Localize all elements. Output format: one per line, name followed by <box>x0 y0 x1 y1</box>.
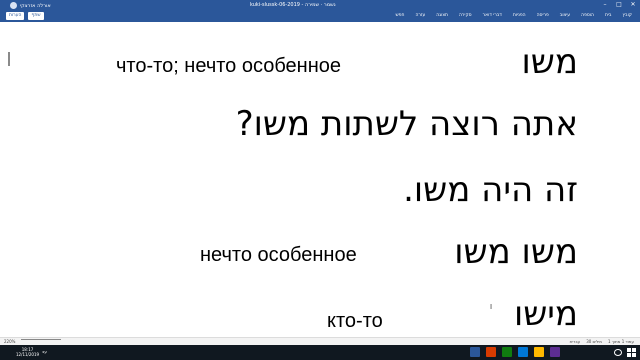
tab-design[interactable]: עיצוב <box>560 13 570 18</box>
word-count[interactable]: מילים 30 <box>586 339 602 344</box>
document-canvas[interactable]: משו что-то; нечто особенное אתה רוצה לשת… <box>0 22 640 337</box>
tab-references[interactable]: הפניות <box>513 13 526 18</box>
maximize-button[interactable]: □ <box>616 1 622 9</box>
taskbar-app-icon[interactable] <box>486 347 496 357</box>
language-indicator[interactable]: עברית <box>570 339 581 344</box>
clock-date: 12/11/2019 <box>16 352 40 357</box>
search-icon[interactable] <box>614 349 622 356</box>
window-title: kuki-slussk-06-2019 - נשמר · שמירה <box>250 2 336 8</box>
tab-search[interactable]: חפש <box>395 13 404 18</box>
user-name: אורלה אזרצקי <box>20 2 51 9</box>
russian-line-5: кто-то <box>327 310 383 332</box>
russian-line-1: что-то; нечто особенное <box>116 55 342 77</box>
status-bar: 220% עמוד 1 מתוך 1 מילים 30 עברית <box>0 337 640 345</box>
text-cursor-icon: I <box>490 303 493 311</box>
windows-start-icon[interactable] <box>627 348 636 357</box>
tab-layout[interactable]: פריסה <box>537 13 549 18</box>
taskbar: 18:17 12/11/2019 עב <box>0 345 640 360</box>
minimize-button[interactable]: – <box>602 1 608 9</box>
russian-line-4: нечто особенное <box>200 244 357 266</box>
pinned-apps <box>470 347 560 357</box>
taskbar-app-icon[interactable] <box>470 347 480 357</box>
system-tray: עב <box>42 349 47 354</box>
title-bar: אורלה אזרצקי kuki-slussk-06-2019 - נשמר … <box>0 0 640 11</box>
hebrew-line-3: זה היה משו. <box>403 170 578 210</box>
tab-view[interactable]: תצוגה <box>436 13 448 18</box>
tab-mailings[interactable]: דברי דואר <box>483 13 502 18</box>
hebrew-line-5: מישו <box>513 294 578 334</box>
hebrew-line-1: משו <box>521 42 578 82</box>
tab-file[interactable]: קובץ <box>623 13 632 18</box>
page-info[interactable]: עמוד 1 מתוך 1 <box>608 339 634 344</box>
comments-button[interactable]: הערות <box>6 12 25 20</box>
hebrew-line-2: אתה רוצה לשתות משו? <box>235 104 578 144</box>
close-button[interactable]: ✕ <box>630 1 636 9</box>
tab-review[interactable]: סקירה <box>459 13 472 18</box>
user-account[interactable]: אורלה אזרצקי <box>10 2 51 9</box>
taskbar-app-icon[interactable] <box>550 347 560 357</box>
zoom-slider[interactable] <box>21 339 62 340</box>
ribbon-tabs: קובץ בית הוספה עיצוב פריסה הפניות דברי ד… <box>0 11 640 22</box>
margin-marker <box>8 52 10 66</box>
hebrew-line-4: משו משו <box>454 232 578 272</box>
clock[interactable]: 18:17 12/11/2019 <box>16 347 39 357</box>
tab-home[interactable]: בית <box>605 13 612 18</box>
input-language[interactable]: עב <box>42 349 47 354</box>
share-button[interactable]: שתף <box>28 12 44 20</box>
taskbar-app-icon[interactable] <box>502 347 512 357</box>
window-controls: – □ ✕ <box>602 1 636 9</box>
zoom-level[interactable]: 220% <box>4 339 15 344</box>
taskbar-app-icon[interactable] <box>518 347 528 357</box>
tab-insert[interactable]: הוספה <box>581 13 594 18</box>
avatar <box>10 2 17 9</box>
tab-help[interactable]: עזרה <box>415 13 425 18</box>
taskbar-app-icon[interactable] <box>534 347 544 357</box>
